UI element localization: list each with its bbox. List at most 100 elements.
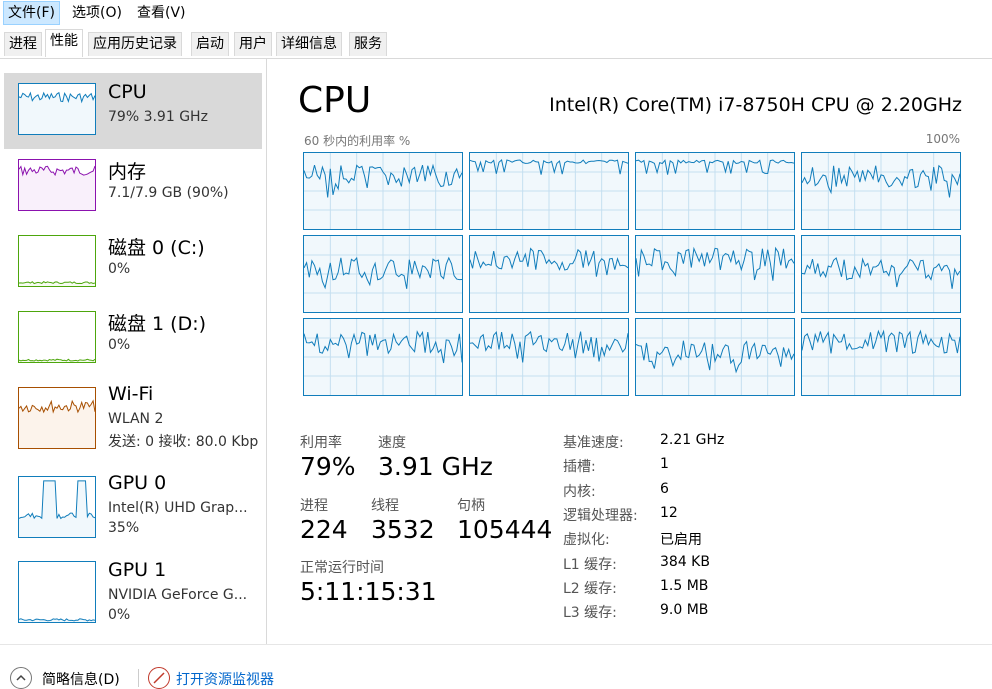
core-graph [303, 235, 463, 313]
speed-value: 3.91 GHz [378, 452, 493, 481]
core-graph [469, 318, 629, 396]
sidebar-item-disk1[interactable]: 磁盘 1 (D:) 0% [4, 301, 262, 377]
sidebar-item-sub: NVIDIA GeForce G... [108, 587, 248, 603]
sidebar-item-sub: Intel(R) UHD Grap... [108, 500, 248, 516]
brief-info-button[interactable]: 简略信息(D) [42, 669, 120, 689]
resource-monitor-icon [148, 667, 170, 689]
processes-value: 224 [300, 515, 348, 544]
uptime-label: 正常运行时间 [300, 560, 384, 576]
tab-services[interactable]: 服务 [349, 32, 387, 56]
detail-key: 基准速度: [563, 435, 624, 451]
tab-users[interactable]: 用户 [234, 32, 272, 56]
detail-value: 1 [660, 456, 669, 472]
logical-processor-graphs [303, 152, 961, 396]
chart-max-label: 100% [925, 132, 960, 146]
sidebar-item-sub2: 35% [108, 520, 140, 536]
core-graph-svg [802, 236, 960, 312]
core-graph-svg [636, 153, 794, 229]
detail-key: L3 缓存: [563, 605, 617, 621]
chevron-up-icon[interactable] [10, 667, 32, 689]
utilization-value: 79% [300, 452, 356, 481]
core-graph-svg [470, 236, 628, 312]
sidebar-item-title: 磁盘 0 (C:) [108, 237, 205, 259]
detail-key: 虚拟化: [563, 532, 610, 548]
core-graph [635, 235, 795, 313]
detail-value: 9.0 MB [660, 602, 709, 618]
tab-startup[interactable]: 启动 [191, 32, 229, 56]
sidebar-item-sub: 7.1/7.9 GB (90%) [108, 185, 229, 201]
core-graph-svg [636, 236, 794, 312]
menu-view[interactable]: 查看(V) [133, 2, 190, 24]
gpu1-thumbnail-graph [18, 561, 96, 623]
core-graph-svg [802, 153, 960, 229]
core-graph [303, 318, 463, 396]
utilization-label: 利用率 [300, 435, 342, 451]
sidebar-item-sub: 0% [108, 261, 131, 277]
thumbnail-area [19, 166, 95, 210]
detail-value: 384 KB [660, 554, 710, 570]
core-graph-svg [802, 319, 960, 395]
detail-key: L1 缓存: [563, 557, 617, 573]
cpu-model-name: Intel(R) Core(TM) i7-8750H CPU @ 2.20GHz [549, 94, 962, 116]
core-graph-svg [304, 319, 462, 395]
sidebar-item-cpu[interactable]: CPU 79% 3.91 GHz [4, 73, 262, 149]
resource-sidebar: CPU 79% 3.91 GHz 内存 7.1/7.9 GB (90%) 磁盘 … [0, 59, 267, 644]
menu-file[interactable]: 文件(F) [3, 1, 60, 25]
detail-key: 内核: [563, 484, 596, 500]
core-graph-svg [636, 319, 794, 395]
core-graph [635, 152, 795, 230]
detail-value: 已启用 [660, 532, 702, 548]
sidebar-item-memory[interactable]: 内存 7.1/7.9 GB (90%) [4, 149, 262, 225]
gpu0-thumbnail-graph [18, 476, 96, 538]
tab-processes[interactable]: 进程 [4, 32, 42, 56]
thumbnail-area [19, 92, 95, 134]
sidebar-item-gpu1[interactable]: GPU 1 NVIDIA GeForce G... 0% [4, 551, 262, 627]
sidebar-item-title: 磁盘 1 (D:) [108, 313, 207, 335]
sidebar-item-gpu0[interactable]: GPU 0 Intel(R) UHD Grap... 35% [4, 464, 262, 540]
speed-label: 速度 [378, 435, 406, 451]
detail-value: 1.5 MB [660, 578, 709, 594]
detail-key: 插槽: [563, 459, 596, 475]
sidebar-item-sub: 79% 3.91 GHz [108, 109, 208, 125]
core-graph [635, 318, 795, 396]
disk1-thumbnail-graph [18, 311, 96, 363]
sidebar-item-title: 内存 [108, 161, 147, 183]
detail-value: 12 [660, 505, 678, 521]
sidebar-item-title: GPU 1 [108, 559, 167, 581]
core-graph [801, 152, 961, 230]
wifi-thumbnail-graph [18, 387, 96, 449]
footer-divider [138, 669, 139, 687]
sidebar-item-sub: 0% [108, 337, 131, 353]
detail-key: L2 缓存: [563, 581, 617, 597]
cpu-thumbnail-graph [18, 83, 96, 135]
chart-caption: 60 秒内的利用率 % [304, 134, 411, 148]
sidebar-item-title: GPU 0 [108, 472, 167, 494]
threads-label: 线程 [371, 498, 399, 514]
page-title: CPU [298, 80, 372, 121]
sidebar-item-sub2: 0% [108, 607, 131, 623]
detail-key: 逻辑处理器: [563, 508, 638, 524]
detail-value: 6 [660, 481, 669, 497]
footer: 简略信息(D) 打开资源监视器 [0, 644, 992, 689]
core-graph-svg [470, 153, 628, 229]
threads-value: 3532 [371, 515, 435, 544]
sidebar-item-disk0[interactable]: 磁盘 0 (C:) 0% [4, 225, 262, 301]
processes-label: 进程 [300, 498, 328, 514]
sidebar-item-title: Wi-Fi [108, 383, 154, 405]
sidebar-item-title: CPU [108, 81, 147, 103]
core-graph [469, 235, 629, 313]
tab-app-history[interactable]: 应用历史记录 [88, 32, 182, 56]
tab-performance[interactable]: 性能 [45, 29, 83, 57]
menu-bar: 文件(F) 选项(O) 查看(V) [0, 0, 992, 26]
core-graph-svg [470, 319, 628, 395]
core-graph [801, 235, 961, 313]
core-graph [469, 152, 629, 230]
tab-details[interactable]: 详细信息 [276, 32, 342, 56]
sidebar-item-wifi[interactable]: Wi-Fi WLAN 2 发送: 0 接收: 80.0 Kbp [4, 377, 262, 453]
disk0-thumbnail-graph [18, 235, 96, 287]
sidebar-item-sub2: 发送: 0 接收: 80.0 Kbp [108, 434, 259, 450]
core-graph-svg [304, 153, 462, 229]
menu-options[interactable]: 选项(O) [68, 2, 126, 24]
core-graph [303, 152, 463, 230]
open-resource-monitor-link[interactable]: 打开资源监视器 [176, 669, 274, 689]
